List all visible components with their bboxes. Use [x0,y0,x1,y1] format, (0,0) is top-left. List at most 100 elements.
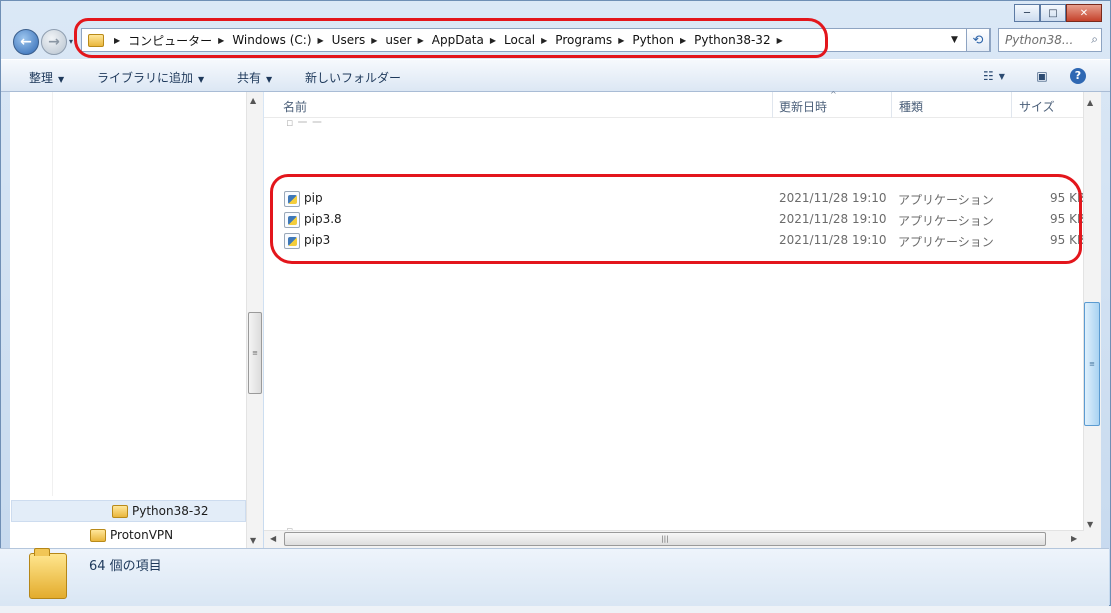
window-caption-buttons: ─ □ ✕ [1014,4,1102,22]
tree-item-python38-32[interactable]: Python38-32 [11,500,246,522]
column-type[interactable]: 種類 [899,98,923,115]
breadcrumb-programs[interactable]: Programs [555,33,612,47]
file-size: 95 KB [1050,212,1086,226]
file-type: アプリケーション [898,193,994,207]
chevron-down-icon: ▼ [266,75,273,84]
chevron-right-icon[interactable]: ▶ [418,36,424,45]
scroll-down-icon[interactable]: ▼ [250,536,256,545]
add-to-library-menu[interactable]: ライブラリに追加 ▼ [97,69,204,86]
refresh-button[interactable]: ⟲ [966,28,990,52]
forward-arrow-icon: → [48,34,60,50]
python-logo-icon [288,237,297,246]
scroll-right-icon[interactable]: ▶ [1071,534,1077,543]
column-size[interactable]: サイズ [1019,98,1055,115]
chevron-right-icon[interactable]: ▶ [371,36,377,45]
column-headers: 名前 更新日時 ^ 種類 サイズ [264,90,1084,118]
partial-row-top: ▫ ー ー [286,116,323,129]
horizontal-scrollbar-thumb[interactable]: ||| [284,532,1046,546]
chevron-down-icon: ▼ [998,71,1005,81]
folder-icon [29,548,67,599]
chevron-down-icon: ▼ [198,75,205,84]
file-name: pip3.8 [304,212,342,226]
back-button[interactable]: ← [13,29,39,55]
breadcrumb-python[interactable]: Python [632,33,674,47]
scroll-down-icon[interactable]: ▼ [1087,520,1093,529]
close-button[interactable]: ✕ [1066,4,1102,22]
address-history-dropdown-icon[interactable]: ▼ [951,35,958,45]
file-modified: 2021/11/28 19:10 [779,233,887,247]
scroll-up-icon[interactable]: ▲ [1087,98,1093,107]
breadcrumb-user[interactable]: user [385,33,411,47]
file-row-pip3-8[interactable]: pip3.8 2021/11/28 19:10 アプリケーション 95 KB [280,210,1085,231]
add-to-library-label: ライブラリに追加 [97,71,194,85]
chevron-right-icon[interactable]: ▶ [490,36,496,45]
breadcrumb-appdata[interactable]: AppData [432,33,484,47]
file-row-pip[interactable]: pip 2021/11/28 19:10 アプリケーション 95 KB [280,189,1085,210]
preview-pane-icon: ▣ [1036,69,1048,83]
organize-label: 整理 [29,71,54,85]
minimize-button[interactable]: ─ [1014,4,1040,22]
column-divider[interactable] [891,92,892,118]
chevron-right-icon[interactable]: ▶ [218,36,224,45]
maximize-button[interactable]: □ [1040,4,1066,22]
chevron-right-icon[interactable]: ▶ [777,36,783,45]
folder-icon [112,504,128,518]
chevron-right-icon[interactable]: ▶ [114,36,120,45]
scroll-up-icon[interactable]: ▲ [250,96,256,105]
share-menu[interactable]: 共有 ▼ [237,69,272,86]
recent-pages-dropdown-icon[interactable]: ▾ [69,37,73,46]
breadcrumb-windows-c[interactable]: Windows (C:) [232,33,311,47]
column-modified[interactable]: 更新日時 [779,98,827,115]
python-app-icon [284,212,300,228]
column-divider[interactable] [772,92,773,118]
file-type: アプリケーション [898,214,994,228]
chevron-down-icon: ▼ [58,75,65,84]
item-count: 64 個の項目 [89,559,162,574]
grip-icon: ≡ [252,349,258,357]
close-icon: ✕ [1079,7,1089,19]
chevron-right-icon[interactable]: ▶ [318,36,324,45]
breadcrumb-users[interactable]: Users [332,33,366,47]
file-row-pip3[interactable]: pip3 2021/11/28 19:10 アプリケーション 95 KB [280,231,1085,252]
new-folder-button[interactable]: 新しいフォルダー [305,69,401,86]
vertical-scrollbar-thumb[interactable]: ≡ [1084,302,1100,426]
search-icon[interactable]: ⌕ [1091,32,1098,47]
file-name: pip [304,191,323,205]
navigation-scrollbar-thumb[interactable]: ≡ [248,312,262,394]
file-name: pip3 [304,233,331,247]
search-input[interactable]: Python38... ⌕ [998,28,1102,52]
tree-item-protonvpn[interactable]: ProtonVPN [90,524,173,546]
help-icon: ? [1070,68,1086,84]
background-strip [0,606,1111,613]
file-size: 95 KB [1050,191,1086,205]
view-options-button[interactable]: ☷ ▼ [977,66,1011,86]
forward-button[interactable]: → [41,29,67,55]
navigation-tree [52,92,242,496]
sort-ascending-icon: ^ [830,90,837,99]
file-list[interactable] [264,92,1084,548]
file-size: 95 KB [1050,233,1086,247]
chevron-right-icon[interactable]: ▶ [541,36,547,45]
python-app-icon [284,191,300,207]
navigation-pane[interactable] [10,92,262,548]
folder-icon [88,33,104,47]
minimize-icon: ─ [1023,7,1031,19]
file-modified: 2021/11/28 19:10 [779,212,887,226]
breadcrumb-python38-32[interactable]: Python38-32 [694,33,770,47]
column-name[interactable]: 名前 [283,98,307,115]
chevron-right-icon[interactable]: ▶ [618,36,624,45]
breadcrumb-computer[interactable]: コンピューター [128,32,212,49]
organize-menu[interactable]: 整理 ▼ [29,69,64,86]
breadcrumb-local[interactable]: Local [504,33,535,47]
file-modified: 2021/11/28 19:10 [779,191,887,205]
column-divider[interactable] [1011,92,1012,118]
python-app-icon [284,233,300,249]
preview-pane-button[interactable]: ▣ [1031,66,1053,86]
maximize-icon: □ [1048,7,1058,19]
scroll-left-icon[interactable]: ◀ [270,534,276,543]
file-type: アプリケーション [898,235,994,249]
back-arrow-icon: ← [20,34,32,50]
help-button[interactable]: ? [1067,66,1089,86]
address-bar[interactable]: ▶ コンピューター ▶ Windows (C:) ▶ Users ▶ user … [81,28,991,52]
chevron-right-icon[interactable]: ▶ [680,36,686,45]
